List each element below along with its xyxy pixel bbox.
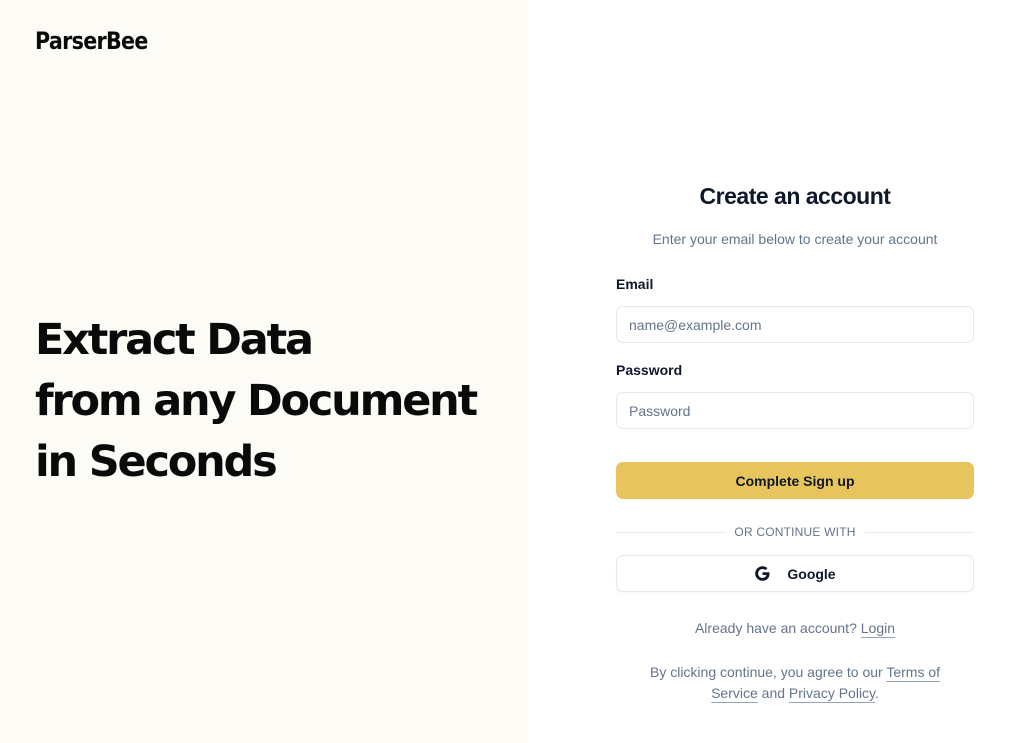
legal-suffix: . [875,685,879,701]
login-prompt-line: Already have an account? Login [616,618,974,638]
google-signin-button[interactable]: Google [616,555,974,592]
form-panel: Create an account Enter your email below… [528,0,1024,743]
brand-logo: ParserBee [35,27,148,55]
email-label: Email [616,276,654,292]
google-button-label: Google [787,565,836,582]
hero-line-3: in Seconds [35,437,278,487]
form-subtitle: Enter your email below to create your ac… [652,231,938,247]
hero-headline: Extract Data from any Document in Second… [35,310,478,493]
hero-line-1: Extract Data [35,315,314,365]
signup-form: Create an account Enter your email below… [616,180,975,704]
login-link[interactable]: Login [861,620,895,636]
divider-text: OR CONTINUE WITH [734,525,856,539]
continue-with-divider: OR CONTINUE WITH [616,522,975,542]
google-g-icon [754,565,771,582]
form-title: Create an account [699,183,891,209]
legal-and: and [761,685,786,701]
email-input[interactable] [616,306,974,343]
complete-signup-button[interactable]: Complete Sign up [616,462,974,499]
login-prompt-text: Already have an account? [694,620,857,636]
divider-line-right [864,531,975,533]
brand-panel: ParserBee Extract Data from any Document… [0,0,528,743]
signup-page: ParserBee Extract Data from any Document… [0,0,1024,743]
hero-line-2: from any Document [35,376,478,426]
divider-line-left [616,531,726,533]
legal-notice: By clicking continue, you agree to our T… [616,662,974,704]
legal-prefix: By clicking continue, you agree to our [649,664,883,680]
privacy-policy-link[interactable]: Privacy Policy [789,685,875,701]
password-label: Password [616,362,683,378]
password-input[interactable] [616,392,974,429]
